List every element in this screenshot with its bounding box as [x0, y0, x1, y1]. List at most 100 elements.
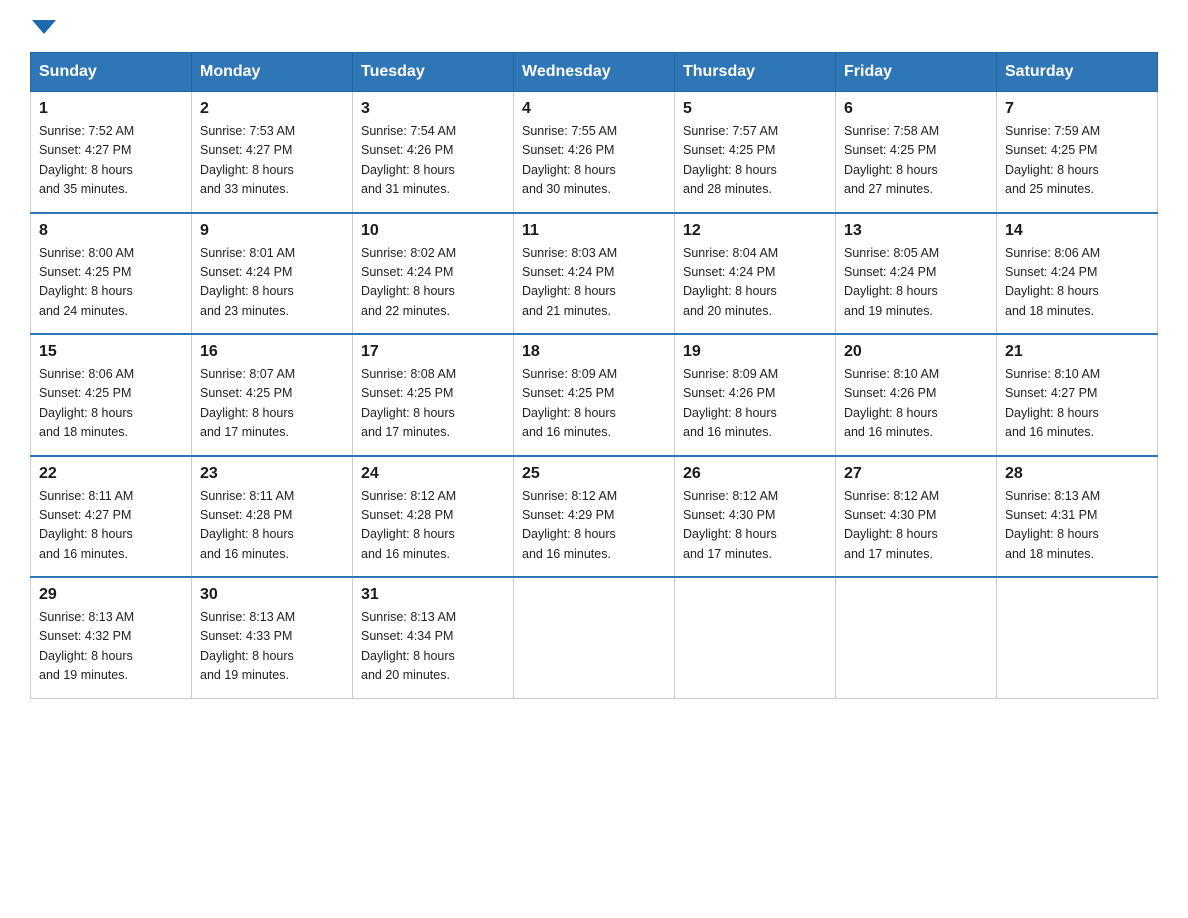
day-info: Sunrise: 8:00 AMSunset: 4:25 PMDaylight:… [39, 244, 183, 322]
calendar-cell: 30Sunrise: 8:13 AMSunset: 4:33 PMDayligh… [192, 577, 353, 698]
calendar-cell: 22Sunrise: 8:11 AMSunset: 4:27 PMDayligh… [31, 456, 192, 578]
calendar-cell [997, 577, 1158, 698]
day-number: 29 [39, 586, 183, 604]
day-number: 20 [844, 343, 988, 361]
day-info: Sunrise: 8:13 AMSunset: 4:32 PMDaylight:… [39, 608, 183, 686]
day-number: 4 [522, 100, 666, 118]
day-info: Sunrise: 8:12 AMSunset: 4:29 PMDaylight:… [522, 487, 666, 565]
calendar-cell: 2 Sunrise: 7:53 AMSunset: 4:27 PMDaylight… [192, 92, 353, 213]
calendar-cell: 10Sunrise: 8:02 AMSunset: 4:24 PMDayligh… [353, 213, 514, 335]
day-info: Sunrise: 8:10 AMSunset: 4:26 PMDaylight:… [844, 365, 988, 443]
day-number: 10 [361, 222, 505, 240]
day-info: Sunrise: 8:07 AMSunset: 4:25 PMDaylight:… [200, 365, 344, 443]
calendar-cell: 6 Sunrise: 7:58 AMSunset: 4:25 PMDaylight… [836, 92, 997, 213]
calendar-cell: 8 Sunrise: 8:00 AMSunset: 4:25 PMDaylight… [31, 213, 192, 335]
day-number: 13 [844, 222, 988, 240]
calendar-week-row: 29 Sunrise: 8:13 AMSunset: 4:32 PMDayligh… [31, 577, 1158, 698]
calendar-cell [675, 577, 836, 698]
day-info: Sunrise: 7:53 AMSunset: 4:27 PMDaylight:… [200, 122, 344, 200]
calendar-cell: 1 Sunrise: 7:52 AMSunset: 4:27 PMDaylight… [31, 92, 192, 213]
logo [30, 20, 56, 32]
day-info: Sunrise: 8:03 AMSunset: 4:24 PMDaylight:… [522, 244, 666, 322]
calendar-week-row: 22Sunrise: 8:11 AMSunset: 4:27 PMDayligh… [31, 456, 1158, 578]
day-number: 19 [683, 343, 827, 361]
calendar-cell: 11 Sunrise: 8:03 AMSunset: 4:24 PMDayligh… [514, 213, 675, 335]
day-info: Sunrise: 8:09 AMSunset: 4:26 PMDaylight:… [683, 365, 827, 443]
day-info: Sunrise: 8:05 AMSunset: 4:24 PMDaylight:… [844, 244, 988, 322]
day-number: 1 [39, 100, 183, 118]
calendar-cell: 3Sunrise: 7:54 AMSunset: 4:26 PMDaylight… [353, 92, 514, 213]
header-monday: Monday [192, 53, 353, 92]
day-info: Sunrise: 7:58 AMSunset: 4:25 PMDaylight:… [844, 122, 988, 200]
day-info: Sunrise: 7:59 AMSunset: 4:25 PMDaylight:… [1005, 122, 1149, 200]
day-info: Sunrise: 8:04 AMSunset: 4:24 PMDaylight:… [683, 244, 827, 322]
day-number: 8 [39, 222, 183, 240]
day-info: Sunrise: 7:55 AMSunset: 4:26 PMDaylight:… [522, 122, 666, 200]
day-number: 11 [522, 222, 666, 240]
calendar-cell: 21 Sunrise: 8:10 AMSunset: 4:27 PMDayligh… [997, 334, 1158, 456]
day-info: Sunrise: 8:06 AMSunset: 4:24 PMDaylight:… [1005, 244, 1149, 322]
day-info: Sunrise: 8:01 AMSunset: 4:24 PMDaylight:… [200, 244, 344, 322]
day-info: Sunrise: 8:12 AMSunset: 4:30 PMDaylight:… [844, 487, 988, 565]
header-thursday: Thursday [675, 53, 836, 92]
day-number: 18 [522, 343, 666, 361]
calendar-cell [514, 577, 675, 698]
day-number: 17 [361, 343, 505, 361]
day-info: Sunrise: 8:13 AMSunset: 4:31 PMDaylight:… [1005, 487, 1149, 565]
day-number: 24 [361, 465, 505, 483]
calendar-cell: 19 Sunrise: 8:09 AMSunset: 4:26 PMDayligh… [675, 334, 836, 456]
header-saturday: Saturday [997, 53, 1158, 92]
day-number: 14 [1005, 222, 1149, 240]
calendar-cell: 7 Sunrise: 7:59 AMSunset: 4:25 PMDaylight… [997, 92, 1158, 213]
day-info: Sunrise: 8:10 AMSunset: 4:27 PMDaylight:… [1005, 365, 1149, 443]
header-sunday: Sunday [31, 53, 192, 92]
day-number: 5 [683, 100, 827, 118]
day-number: 12 [683, 222, 827, 240]
calendar-header: Sunday Monday Tuesday Wednesday Thursday… [31, 53, 1158, 92]
calendar-cell: 15 Sunrise: 8:06 AMSunset: 4:25 PMDayligh… [31, 334, 192, 456]
day-number: 28 [1005, 465, 1149, 483]
weekday-header-row: Sunday Monday Tuesday Wednesday Thursday… [31, 53, 1158, 92]
day-number: 15 [39, 343, 183, 361]
day-number: 3 [361, 100, 505, 118]
day-number: 23 [200, 465, 344, 483]
calendar-cell: 16 Sunrise: 8:07 AMSunset: 4:25 PMDayligh… [192, 334, 353, 456]
calendar-cell: 31 Sunrise: 8:13 AMSunset: 4:34 PMDayligh… [353, 577, 514, 698]
day-number: 7 [1005, 100, 1149, 118]
calendar-cell: 23Sunrise: 8:11 AMSunset: 4:28 PMDayligh… [192, 456, 353, 578]
day-number: 31 [361, 586, 505, 604]
day-info: Sunrise: 8:12 AMSunset: 4:28 PMDaylight:… [361, 487, 505, 565]
day-number: 26 [683, 465, 827, 483]
calendar-body: 1 Sunrise: 7:52 AMSunset: 4:27 PMDaylight… [31, 92, 1158, 699]
day-info: Sunrise: 8:09 AMSunset: 4:25 PMDaylight:… [522, 365, 666, 443]
day-info: Sunrise: 7:52 AMSunset: 4:27 PMDaylight:… [39, 122, 183, 200]
page-header [30, 20, 1158, 32]
calendar-cell: 4 Sunrise: 7:55 AMSunset: 4:26 PMDaylight… [514, 92, 675, 213]
header-tuesday: Tuesday [353, 53, 514, 92]
calendar-cell: 25 Sunrise: 8:12 AMSunset: 4:29 PMDayligh… [514, 456, 675, 578]
day-number: 21 [1005, 343, 1149, 361]
day-info: Sunrise: 8:06 AMSunset: 4:25 PMDaylight:… [39, 365, 183, 443]
day-number: 27 [844, 465, 988, 483]
day-info: Sunrise: 8:13 AMSunset: 4:33 PMDaylight:… [200, 608, 344, 686]
calendar-week-row: 15 Sunrise: 8:06 AMSunset: 4:25 PMDayligh… [31, 334, 1158, 456]
logo-content [30, 20, 56, 32]
calendar-cell: 17 Sunrise: 8:08 AMSunset: 4:25 PMDayligh… [353, 334, 514, 456]
header-wednesday: Wednesday [514, 53, 675, 92]
day-number: 9 [200, 222, 344, 240]
calendar-cell: 12 Sunrise: 8:04 AMSunset: 4:24 PMDayligh… [675, 213, 836, 335]
calendar-week-row: 1 Sunrise: 7:52 AMSunset: 4:27 PMDaylight… [31, 92, 1158, 213]
day-number: 16 [200, 343, 344, 361]
calendar-cell: 14 Sunrise: 8:06 AMSunset: 4:24 PMDayligh… [997, 213, 1158, 335]
day-number: 2 [200, 100, 344, 118]
header-friday: Friday [836, 53, 997, 92]
day-number: 25 [522, 465, 666, 483]
calendar-cell: 26Sunrise: 8:12 AMSunset: 4:30 PMDayligh… [675, 456, 836, 578]
calendar-cell: 13 Sunrise: 8:05 AMSunset: 4:24 PMDayligh… [836, 213, 997, 335]
calendar-cell [836, 577, 997, 698]
day-info: Sunrise: 8:13 AMSunset: 4:34 PMDaylight:… [361, 608, 505, 686]
day-number: 6 [844, 100, 988, 118]
calendar-cell: 24 Sunrise: 8:12 AMSunset: 4:28 PMDayligh… [353, 456, 514, 578]
day-info: Sunrise: 8:08 AMSunset: 4:25 PMDaylight:… [361, 365, 505, 443]
day-info: Sunrise: 7:57 AMSunset: 4:25 PMDaylight:… [683, 122, 827, 200]
